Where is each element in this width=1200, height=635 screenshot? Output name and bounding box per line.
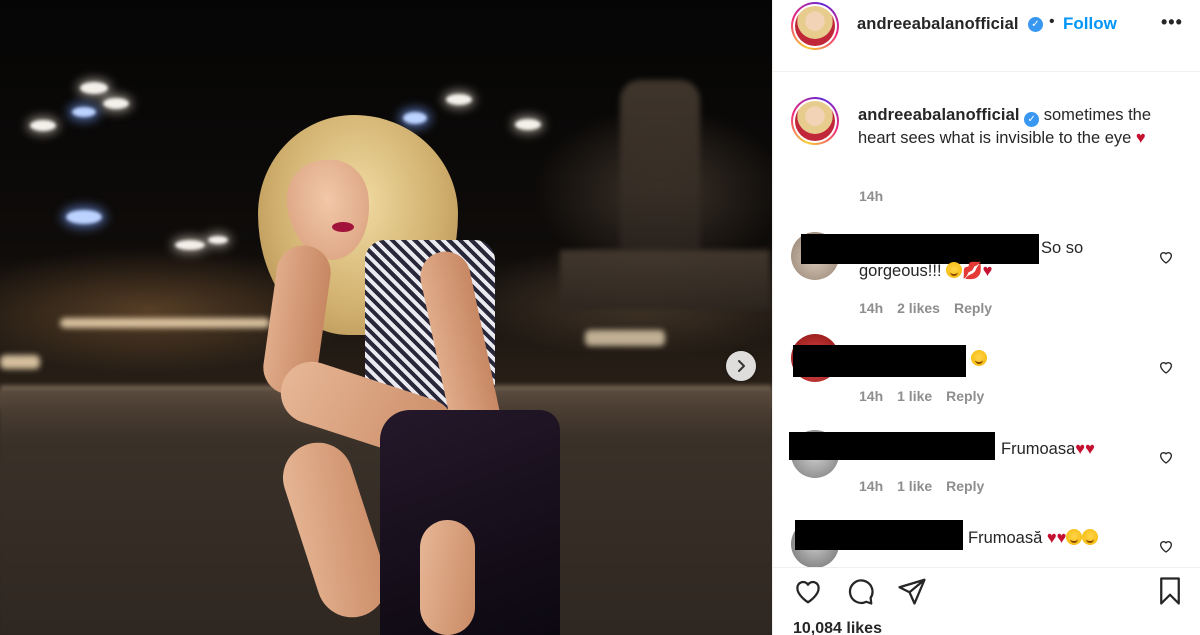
comment-meta: 14h 1 like Reply — [859, 388, 998, 404]
comment-timestamp: 14h — [859, 388, 884, 404]
comment-text: So so — [1041, 237, 1083, 260]
comment-likes[interactable]: 1 like — [897, 388, 932, 404]
author-avatar[interactable] — [791, 2, 839, 50]
reply-button[interactable]: Reply — [954, 300, 992, 316]
street-light — [175, 240, 205, 250]
redacted-username — [789, 432, 995, 460]
verified-badge-icon: ✓ — [1028, 17, 1043, 32]
smiling-emoji — [971, 350, 987, 366]
reply-button[interactable]: Reply — [946, 388, 984, 404]
heart-icon[interactable] — [1158, 249, 1174, 265]
post-sidebar: andreeabalanofficial ✓ • Follow ••• andr… — [772, 0, 1200, 635]
paper-plane-icon[interactable] — [897, 576, 927, 606]
caption-username[interactable]: andreeabalanofficial — [858, 106, 1020, 124]
light-streak — [585, 330, 665, 346]
street-light — [446, 94, 472, 105]
author-username[interactable]: andreeabalanofficial — [857, 15, 1019, 34]
post-photo — [0, 0, 772, 635]
light-streak — [60, 318, 270, 328]
red-heart-emoji: ♥ — [1135, 129, 1146, 147]
separator-dot: • — [1049, 13, 1055, 30]
street-light — [80, 82, 108, 94]
avatar-image — [795, 6, 835, 46]
comment-body: Frumoasă — [968, 529, 1043, 547]
redacted-username — [793, 345, 966, 377]
street-light — [103, 98, 129, 109]
caption-meta: 14h — [859, 188, 897, 204]
comment-icon[interactable] — [845, 576, 875, 606]
street-light — [66, 210, 102, 224]
monument — [620, 80, 700, 250]
model-leg — [420, 520, 475, 635]
caption-avatar[interactable] — [791, 97, 839, 145]
comment-meta: 14h 2 likes Reply — [859, 300, 1006, 316]
post-caption: andreeabalanofficial ✓ sometimes the hea… — [858, 104, 1168, 150]
verified-badge-icon: ✓ — [1024, 112, 1040, 127]
heart-icon[interactable] — [793, 576, 823, 606]
redacted-username — [795, 520, 963, 550]
comment-timestamp: 14h — [859, 478, 884, 494]
more-options-button[interactable]: ••• — [1161, 12, 1183, 33]
red-heart-emoji: ♥♥ — [1046, 529, 1067, 547]
chevron-right-icon — [738, 360, 745, 372]
comment-continuation: gorgeous!!! 💋♥ — [859, 262, 993, 280]
heart-icon[interactable] — [1158, 449, 1174, 465]
caption-timestamp: 14h — [859, 188, 884, 204]
comment-text: Frumoasă ♥♥ — [968, 527, 1099, 550]
post-header: andreeabalanofficial ✓ • Follow ••• — [773, 0, 1200, 72]
smiling-emoji — [946, 262, 963, 278]
next-photo-button[interactable] — [726, 351, 756, 381]
comment-text — [971, 348, 987, 371]
kiss-heart-emoji: 💋♥ — [962, 262, 993, 280]
comment-timestamp: 14h — [859, 300, 884, 316]
smiling-emoji — [1082, 529, 1099, 545]
comments-list: andreeabalanofficial ✓ sometimes the hea… — [773, 72, 1200, 567]
street-light — [30, 120, 56, 131]
comment-meta: 14h 1 like Reply — [859, 478, 998, 494]
comment-likes[interactable]: 1 like — [897, 478, 932, 494]
monument-base — [560, 250, 770, 310]
bookmark-icon[interactable] — [1155, 576, 1185, 606]
light-streak — [0, 355, 40, 369]
post-actions: 10,084 likes — [773, 567, 1200, 635]
street-light — [403, 112, 427, 124]
avatar-image — [795, 101, 835, 141]
red-heart-emoji: ♥♥ — [1075, 440, 1095, 458]
heart-icon[interactable] — [1158, 359, 1174, 375]
comment-body: Frumoasa — [1001, 440, 1076, 458]
smiling-emoji — [1066, 529, 1083, 545]
follow-button[interactable]: Follow — [1063, 14, 1117, 34]
comment-body: So so — [1041, 239, 1084, 257]
likes-count[interactable]: 10,084 likes — [793, 620, 882, 635]
reply-button[interactable]: Reply — [946, 478, 984, 494]
street-light — [72, 107, 96, 117]
street-light — [208, 236, 228, 244]
comment-likes[interactable]: 2 likes — [897, 300, 940, 316]
street-light — [515, 119, 541, 130]
model-lips — [332, 222, 354, 232]
comment-text: Frumoasa♥♥ — [1001, 438, 1095, 461]
heart-icon[interactable] — [1158, 538, 1174, 554]
